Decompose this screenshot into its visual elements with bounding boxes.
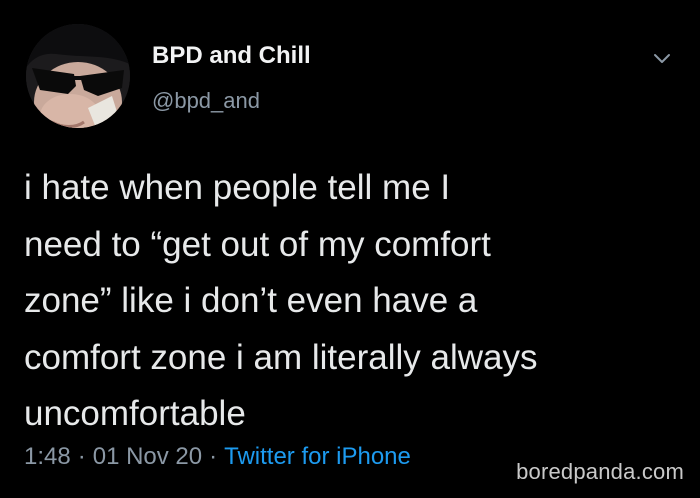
- separator: ·: [77, 443, 86, 470]
- tweet-text-line: uncomfortable: [24, 394, 246, 433]
- watermark: boredpanda.com: [516, 459, 684, 484]
- tweet-date[interactable]: 01 Nov 20: [93, 443, 202, 470]
- tweet-metadata: 1:48 · 01 Nov 20 · Twitter for iPhone: [24, 443, 411, 471]
- separator: ·: [209, 443, 218, 470]
- tweet-source-link[interactable]: Twitter for iPhone: [224, 443, 411, 470]
- tweet-text-line: need to “get out of my comfort: [24, 224, 491, 264]
- tweet-card: BPD and Chill @bpd_and i hate when peopl…: [0, 0, 700, 498]
- profile-photo-icon: [26, 24, 130, 128]
- tweet-text: i hate when people tell me I need to “ge…: [24, 160, 684, 443]
- chevron-down-icon: [654, 54, 670, 63]
- user-handle[interactable]: @bpd_and: [152, 88, 260, 114]
- tweet-text-line: comfort zone i am literally always: [24, 337, 538, 377]
- display-name[interactable]: BPD and Chill: [152, 42, 311, 70]
- tweet-text-line: i hate when people tell me I: [24, 168, 451, 207]
- avatar[interactable]: [26, 24, 130, 128]
- tweet-time[interactable]: 1:48: [24, 443, 71, 470]
- more-options-button[interactable]: [649, 48, 675, 70]
- tweet-text-line: zone” like i don’t even have a: [24, 281, 478, 320]
